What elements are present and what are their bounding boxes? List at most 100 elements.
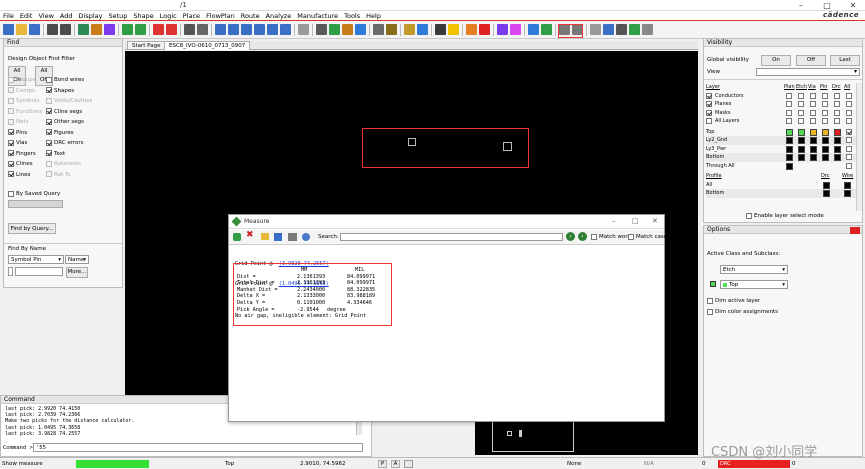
- layer-color-swatch[interactable]: [822, 137, 829, 144]
- filter-checkbox[interactable]: [46, 87, 52, 93]
- filter-text[interactable]: Text: [46, 149, 116, 160]
- visibility-checkbox[interactable]: [786, 118, 792, 124]
- options-close-icon[interactable]: [850, 227, 860, 234]
- measure-close-button[interactable]: ✕: [652, 217, 658, 225]
- class-select[interactable]: Etch ▾: [720, 265, 788, 274]
- pad-marker[interactable]: [503, 142, 512, 151]
- measure-icon[interactable]: [435, 24, 446, 35]
- visibility-checkbox[interactable]: [822, 109, 828, 116]
- layer-group-checkbox[interactable]: [706, 101, 712, 107]
- property-icon[interactable]: [386, 24, 397, 35]
- tab-design[interactable]: ESC8_IVO-0610_0713_0907: [164, 41, 251, 50]
- dim-active-layer[interactable]: Dim active layer: [707, 296, 760, 307]
- status-p-button[interactable]: P: [378, 460, 387, 468]
- measure-minimize-button[interactable]: –: [612, 217, 616, 225]
- zoom-prev-icon[interactable]: [254, 24, 265, 35]
- visibility-checkbox[interactable]: [846, 118, 852, 124]
- minimize-button[interactable]: –: [789, 0, 813, 11]
- waveform-icon[interactable]: [355, 24, 366, 35]
- filter-ratsnests[interactable]: Ratsnests: [46, 159, 116, 170]
- visibility-off-button[interactable]: Off: [796, 55, 826, 66]
- filter-bond-wires[interactable]: Bond wires: [46, 75, 116, 86]
- visibility-checkbox[interactable]: [810, 109, 816, 116]
- maximize-button[interactable]: □: [815, 0, 839, 11]
- filter-checkbox[interactable]: [8, 139, 14, 146]
- visibility-on-button[interactable]: On: [761, 55, 791, 66]
- folder-open-icon[interactable]: [261, 233, 269, 240]
- markers-icon[interactable]: [642, 24, 653, 35]
- filter-other-segs[interactable]: Other segs: [46, 117, 116, 128]
- by-saved-query[interactable]: By Saved Query: [8, 189, 60, 200]
- visibility-checkbox[interactable]: [846, 109, 852, 116]
- filter-rat-ts[interactable]: Rat Ts: [46, 170, 116, 181]
- visibility-checkbox[interactable]: [786, 109, 792, 116]
- filter-checkbox[interactable]: [46, 139, 52, 146]
- filter-checkbox[interactable]: [8, 129, 14, 135]
- layer-all-checkbox[interactable]: [846, 154, 852, 160]
- layer-color-swatch[interactable]: [810, 145, 817, 153]
- print-icon[interactable]: [288, 233, 297, 241]
- layer-color-swatch[interactable]: [822, 154, 829, 161]
- layer-color-swatch[interactable]: [786, 162, 793, 170]
- redraw-icon[interactable]: [280, 24, 291, 35]
- visibility-checkbox[interactable]: [834, 109, 840, 116]
- status-a-button[interactable]: A: [391, 460, 400, 468]
- by-saved-query-checkbox[interactable]: [8, 190, 14, 197]
- filter-figures[interactable]: Figures: [46, 128, 116, 139]
- layer-color-swatch[interactable]: [786, 128, 793, 136]
- visibility-last-button[interactable]: Last: [830, 55, 860, 66]
- pin-icon[interactable]: [233, 233, 241, 241]
- filter-checkbox[interactable]: [46, 160, 52, 167]
- command-input[interactable]: '55: [33, 443, 363, 452]
- layer-color-swatch[interactable]: [834, 128, 841, 136]
- save-icon[interactable]: [29, 24, 40, 35]
- filter-checkbox[interactable]: [46, 108, 52, 114]
- vertex-icon[interactable]: [135, 24, 146, 35]
- visibility-checkbox[interactable]: [822, 101, 828, 107]
- dim-active-checkbox[interactable]: [707, 297, 713, 304]
- report-icon[interactable]: [590, 24, 601, 35]
- more-button[interactable]: More...: [66, 267, 88, 278]
- text-icon[interactable]: [616, 24, 627, 35]
- add-connect-icon[interactable]: [78, 24, 89, 35]
- dim-color-checkbox[interactable]: [707, 308, 713, 315]
- visibility-checkbox[interactable]: [786, 101, 792, 107]
- sun-icon[interactable]: [448, 24, 459, 35]
- search-forward-icon[interactable]: ›: [578, 232, 587, 241]
- layer-color-swatch[interactable]: [786, 145, 793, 153]
- search-back-icon[interactable]: ‹: [566, 232, 575, 241]
- filter-checkbox[interactable]: [46, 171, 52, 177]
- layer-color-swatch[interactable]: [798, 137, 805, 144]
- close-x-icon[interactable]: ✖: [246, 230, 254, 240]
- match-case[interactable]: Match case: [628, 232, 667, 243]
- custom-smooth-icon[interactable]: [122, 24, 133, 35]
- enable-layer-select[interactable]: Enable layer select mode: [746, 211, 824, 222]
- visibility-checkbox[interactable]: [810, 92, 816, 99]
- layer-color-swatch[interactable]: [798, 145, 805, 153]
- layers-icon[interactable]: [197, 24, 208, 35]
- table-icon[interactable]: [316, 24, 327, 35]
- layer-color-swatch[interactable]: [834, 154, 841, 161]
- visibility-checkbox[interactable]: [786, 92, 792, 99]
- filter-checkbox[interactable]: [46, 97, 52, 104]
- visibility-checkbox[interactable]: [822, 92, 828, 99]
- find-name-history[interactable]: [8, 267, 13, 276]
- visibility-checkbox[interactable]: [798, 109, 804, 116]
- close-button[interactable]: ✕: [841, 0, 865, 11]
- layer-group-checkbox[interactable]: [706, 109, 712, 116]
- layer-color-swatch[interactable]: [834, 145, 841, 153]
- visibility-checkbox[interactable]: [846, 92, 852, 99]
- flag-icon[interactable]: [629, 24, 640, 35]
- zoom-fit-icon[interactable]: [215, 24, 226, 35]
- profile-wire-swatch[interactable]: [844, 190, 851, 197]
- grid-icon[interactable]: [184, 24, 195, 35]
- visibility-checkbox[interactable]: [810, 101, 816, 107]
- filter-checkbox[interactable]: [46, 150, 52, 156]
- filter-checkbox[interactable]: [8, 171, 14, 177]
- profile-drc-swatch[interactable]: [823, 181, 830, 189]
- find-by-query-button[interactable]: Find by Query...: [8, 223, 56, 234]
- enable-layer-select-checkbox[interactable]: [746, 212, 752, 219]
- layer-color-swatch[interactable]: [786, 137, 793, 144]
- visibility-checkbox[interactable]: [822, 118, 828, 124]
- visibility-checkbox[interactable]: [810, 118, 816, 124]
